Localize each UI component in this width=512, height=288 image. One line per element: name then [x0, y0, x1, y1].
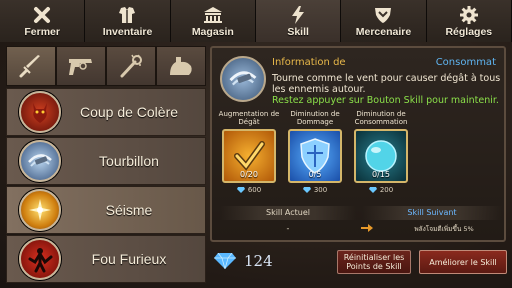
tab-inventaire[interactable]: Inventaire	[85, 0, 171, 42]
sword-check-icon[interactable]: 0/20	[222, 129, 276, 183]
upgrade-cost: 200	[350, 186, 412, 194]
gem-icon	[214, 253, 236, 269]
cost-label: Consommat	[435, 57, 496, 68]
gem-icon	[368, 187, 377, 193]
skill-name: Fou Furieux	[91, 251, 167, 267]
skill-name: Coup de Colère	[79, 104, 179, 120]
tab-magasin[interactable]: Magasin	[170, 0, 256, 42]
tab-fermer[interactable]: Fermer	[0, 0, 86, 42]
weapon-tab-sword[interactable]	[6, 46, 56, 86]
tab-skill[interactable]: Skill	[255, 0, 342, 42]
upgrade-consumption[interactable]: Diminution de Consommation 0/15 200	[350, 110, 412, 194]
upgrade-defense[interactable]: Diminution de Dommage 0/5 300	[284, 110, 346, 194]
gem-count: 124	[244, 252, 273, 270]
skill-name: Séisme	[105, 202, 153, 218]
shop-icon	[203, 5, 223, 25]
upgrade-damage[interactable]: Augmentation de Dégât 0/20 600	[218, 110, 280, 194]
tab-mercenaire[interactable]: Mercenaire	[341, 0, 427, 42]
lightning-icon	[290, 5, 306, 25]
shield-badge-icon	[373, 5, 393, 25]
upgrade-cost: 600	[218, 186, 280, 194]
quake-icon	[19, 189, 61, 231]
skill-suivant-header: Skill Suivant	[362, 206, 502, 220]
top-tab-bar: Fermer Inventaire Magasin Skill Mercenai…	[0, 0, 512, 42]
skill-hint: Restez appuyer sur Bouton Skill pour mai…	[272, 95, 499, 106]
skill-detail-panel: Information de Consommat Tourne comme le…	[210, 46, 506, 242]
gem-icon	[236, 187, 245, 193]
skill-list: Coup de Colère Tourbillon Séisme Fou Fur…	[6, 88, 206, 283]
skill-actuel-header: Skill Actuel	[220, 206, 356, 220]
skill-suivant-value: พลังโจมตีเพิ่มขึ้น 5%	[414, 225, 474, 233]
upgrade-level: 0/15	[372, 170, 390, 179]
skill-item-coup-de-colere[interactable]: Coup de Colère	[6, 88, 206, 136]
upgrade-skill-button[interactable]: Améliorer le Skill	[419, 250, 507, 274]
info-title: Information de	[272, 57, 346, 68]
upgrade-cost: 300	[284, 186, 346, 194]
whirlwind-icon	[220, 56, 266, 102]
skill-item-fou-furieux[interactable]: Fou Furieux	[6, 235, 206, 283]
arrow-right-icon	[361, 224, 373, 232]
upgrade-label: Diminution de Consommation	[354, 110, 408, 126]
weapon-tab-staff[interactable]	[106, 46, 156, 86]
weapon-tab-arm[interactable]	[156, 46, 206, 86]
weapon-tabs	[6, 46, 206, 86]
gear-icon	[459, 5, 479, 25]
blue-shield-icon[interactable]: 0/5	[288, 129, 342, 183]
skill-sidebar: Coup de Colère Tourbillon Séisme Fou Fur…	[6, 46, 206, 284]
berserk-icon	[19, 238, 61, 280]
skill-name: Tourbillon	[99, 153, 159, 169]
gem-balance: 124	[214, 252, 273, 270]
armor-icon	[117, 5, 137, 25]
tab-label: Magasin	[191, 25, 234, 38]
whirlwind-icon	[19, 140, 61, 182]
tab-label: Inventaire	[102, 25, 153, 38]
mana-orb-icon[interactable]: 0/15	[354, 129, 408, 183]
upgrade-level: 0/5	[308, 170, 322, 179]
skill-description: Tourne comme le vent pour causer dégât à…	[272, 73, 501, 95]
skill-item-seisme[interactable]: Séisme	[6, 186, 206, 234]
pistol-icon	[69, 59, 92, 75]
sword-icon	[19, 55, 40, 78]
tab-reglages[interactable]: Réglages	[426, 0, 512, 42]
staff-icon	[120, 54, 142, 78]
tab-label: Mercenaire	[355, 25, 412, 38]
skill-actuel-value: -	[286, 224, 290, 233]
weapon-tab-pistol[interactable]	[56, 46, 106, 86]
flex-arm-icon	[170, 57, 192, 75]
rage-demon-icon	[19, 91, 61, 133]
reset-skill-points-button[interactable]: Réinitialiser les Points de Skill	[337, 250, 411, 274]
close-icon	[33, 5, 51, 25]
tab-label: Fermer	[24, 25, 60, 38]
upgrade-label: Diminution de Dommage	[290, 110, 340, 126]
upgrade-level: 0/20	[240, 170, 258, 179]
skill-item-tourbillon[interactable]: Tourbillon	[6, 137, 206, 185]
tab-label: Skill	[287, 25, 309, 38]
upgrade-label: Augmentation de Dégât	[218, 110, 280, 126]
tab-label: Réglages	[445, 25, 493, 38]
gem-icon	[302, 187, 311, 193]
